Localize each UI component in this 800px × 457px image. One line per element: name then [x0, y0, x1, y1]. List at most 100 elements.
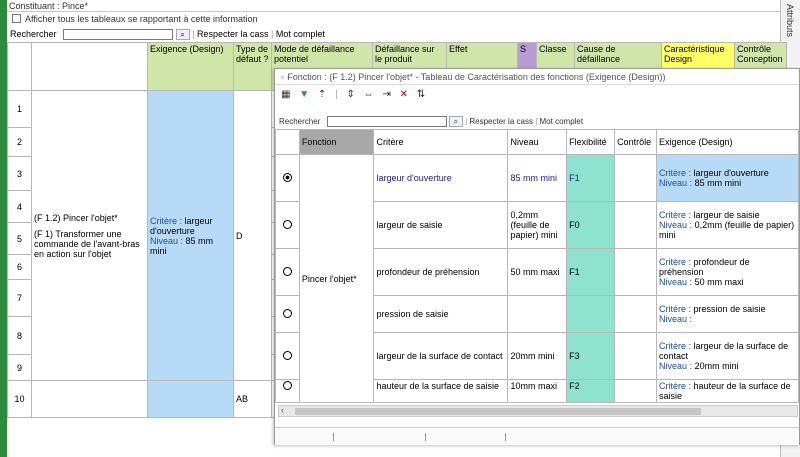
- row-radio[interactable]: [282, 219, 292, 229]
- exigence-cell[interactable]: Critère : largeur d'ouverture Niveau : 85…: [656, 154, 799, 202]
- row-radio[interactable]: [282, 350, 292, 360]
- dialog-search-binoculars-icon[interactable]: ⌕: [448, 116, 463, 128]
- row-selector[interactable]: [275, 332, 300, 380]
- function-characterization-dialog: ▫ Fonction : (F 1.2) Pincer l'objet* - Ta…: [274, 68, 800, 445]
- dialog-whole-word-option[interactable]: Mot complet: [540, 117, 584, 126]
- grid-icon[interactable]: ▦: [281, 89, 290, 100]
- row-selector[interactable]: [275, 295, 300, 333]
- col-exigence-design[interactable]: Exigence (Design): [147, 42, 234, 91]
- critere-cell[interactable]: largeur de la surface de contact: [373, 332, 509, 380]
- exigence-cell[interactable]: Critère : pression de saisie Niveau :: [656, 295, 799, 333]
- exigence-cell[interactable]: Critère : profondeur de préhension Niveau…: [656, 248, 799, 296]
- attributs-label: Attributs: [785, 4, 795, 38]
- exigence-cell[interactable]: Critère : largeur de la surface de conta…: [656, 332, 799, 380]
- controle-cell[interactable]: [614, 295, 658, 333]
- exigence-critere-label: Critère :: [150, 215, 183, 226]
- row-number[interactable]: 5: [7, 222, 32, 255]
- show-all-option[interactable]: Afficher tous les tableaux se rapportant…: [12, 13, 257, 25]
- respect-case-option[interactable]: Respecter la cass: [197, 29, 269, 39]
- critere-cell[interactable]: largeur de saisie: [373, 201, 509, 249]
- niveau-cell[interactable]: 0,2mm (feuille de papier) mini: [507, 201, 568, 249]
- select-col-header: [275, 129, 300, 155]
- controle-cell[interactable]: [614, 248, 658, 296]
- exigence-cell[interactable]: Critère : largeur de saisie Niveau : 0,2m…: [656, 201, 799, 249]
- row-selector[interactable]: [275, 201, 300, 249]
- critere-cell[interactable]: pression de saisie: [373, 295, 509, 333]
- dialog-search-input[interactable]: [326, 116, 447, 128]
- flexibilite-cell[interactable]: F0: [566, 201, 616, 249]
- row-number[interactable]: 10: [7, 380, 32, 418]
- move-right-icon[interactable]: ⇥: [382, 89, 390, 100]
- dialog-search-label: Rechercher: [279, 117, 321, 126]
- row-number[interactable]: 4: [7, 190, 32, 223]
- row-number[interactable]: 2: [7, 127, 32, 157]
- controle-cell[interactable]: [614, 332, 658, 380]
- flexibilite-cell[interactable]: F2: [566, 379, 616, 403]
- critere-cell[interactable]: largeur d'ouverture: [373, 154, 509, 202]
- row-radio-selected[interactable]: [282, 172, 292, 182]
- row-number[interactable]: 1: [7, 90, 32, 128]
- dialog-title-text: Fonction : (F 1.2) Pincer l'objet* - Tab…: [287, 72, 666, 82]
- arrow-up-icon[interactable]: ⇡: [318, 89, 326, 100]
- search-input[interactable]: [63, 29, 174, 41]
- row-radio[interactable]: [282, 308, 292, 318]
- dialog-status-bar: [275, 427, 799, 445]
- critere-cell[interactable]: hauteur de la surface de saisie: [373, 379, 509, 403]
- niveau-cell[interactable]: [507, 295, 568, 333]
- move-horizontal-icon[interactable]: ⇔: [364, 89, 374, 100]
- arrow-down-green-icon[interactable]: ▼: [299, 89, 309, 100]
- flexibilite-cell[interactable]: F1: [566, 154, 616, 202]
- constituant-title: Constituant : Pince*: [7, 0, 780, 12]
- rownum-header: [7, 42, 32, 91]
- row-radio[interactable]: [282, 266, 292, 276]
- whole-word-option[interactable]: Mot complet: [276, 29, 325, 39]
- dialog-respect-case-option[interactable]: Respecter la cass: [469, 117, 533, 126]
- controle-cell[interactable]: [614, 154, 658, 202]
- row-number[interactable]: 8: [7, 316, 32, 355]
- exigence-cell[interactable]: Critère : largeur d'ouverture Niveau : 8…: [147, 90, 234, 381]
- show-all-label: Afficher tous les tableaux se rapportant…: [25, 14, 258, 24]
- niveau-cell[interactable]: 85 mm mini: [507, 154, 568, 202]
- critere-cell[interactable]: profondeur de préhension: [373, 248, 509, 296]
- row-number[interactable]: 6: [7, 254, 32, 280]
- scroll-left-arrow-icon[interactable]: ‹: [281, 405, 284, 415]
- col-type-defaut[interactable]: Type de défaut ?: [233, 42, 272, 91]
- sort-icon[interactable]: ⇅: [417, 89, 425, 100]
- col-critere[interactable]: Critère: [373, 129, 509, 155]
- flexibilite-cell[interactable]: F1: [566, 248, 616, 296]
- horizontal-scrollbar[interactable]: ‹: [278, 405, 798, 417]
- row-selector[interactable]: [275, 379, 300, 403]
- col-exigence-design[interactable]: Exigence (Design): [656, 129, 799, 155]
- row-number[interactable]: 7: [7, 279, 32, 317]
- controle-cell[interactable]: [614, 379, 658, 403]
- row-number[interactable]: 3: [7, 156, 32, 191]
- row-radio[interactable]: [282, 381, 292, 390]
- dialog-title: ▫ Fonction : (F 1.2) Pincer l'objet* - Ta…: [275, 69, 799, 85]
- niveau-cell[interactable]: 10mm maxi: [507, 379, 568, 403]
- characterization-table: Fonction Critère Niveau Flexibilité Cont…: [275, 129, 799, 403]
- delete-icon[interactable]: ✕: [400, 89, 408, 100]
- niveau-cell[interactable]: 50 mm maxi: [507, 248, 568, 296]
- type-defaut-cell[interactable]: D: [233, 90, 272, 381]
- scrollbar-thumb[interactable]: [295, 408, 701, 415]
- show-all-checkbox[interactable]: [12, 14, 21, 23]
- col-niveau[interactable]: Niveau: [507, 129, 568, 155]
- search-binoculars-icon[interactable]: ⌕: [175, 29, 190, 41]
- row10-type-cell[interactable]: AB: [233, 380, 272, 418]
- col-controle[interactable]: Contrôle: [614, 129, 658, 155]
- flexibilite-cell[interactable]: F3: [566, 332, 616, 380]
- row-selector[interactable]: [275, 154, 300, 202]
- dialog-search-bar: Rechercher ⌕ | Respecter la cass | Mot c…: [279, 116, 584, 128]
- function-name-cell[interactable]: Pincer l'objet*: [298, 154, 375, 403]
- row-number[interactable]: 9: [7, 354, 32, 381]
- flexibilite-cell[interactable]: [566, 295, 616, 333]
- move-up-icon[interactable]: ⇕: [346, 89, 354, 100]
- col-fonction[interactable]: Fonction: [298, 129, 375, 155]
- function-cell[interactable]: (F 1.2) Pincer l'objet* (F 1) Transforme…: [31, 90, 148, 381]
- row-selector[interactable]: [275, 248, 300, 296]
- search-label: Rechercher: [10, 29, 57, 39]
- exigence-cell[interactable]: Critère : hauteur de la surface de saisi…: [656, 379, 799, 403]
- controle-cell[interactable]: [614, 201, 658, 249]
- niveau-cell[interactable]: 20mm mini: [507, 332, 568, 380]
- col-flexibilite[interactable]: Flexibilité: [566, 129, 616, 155]
